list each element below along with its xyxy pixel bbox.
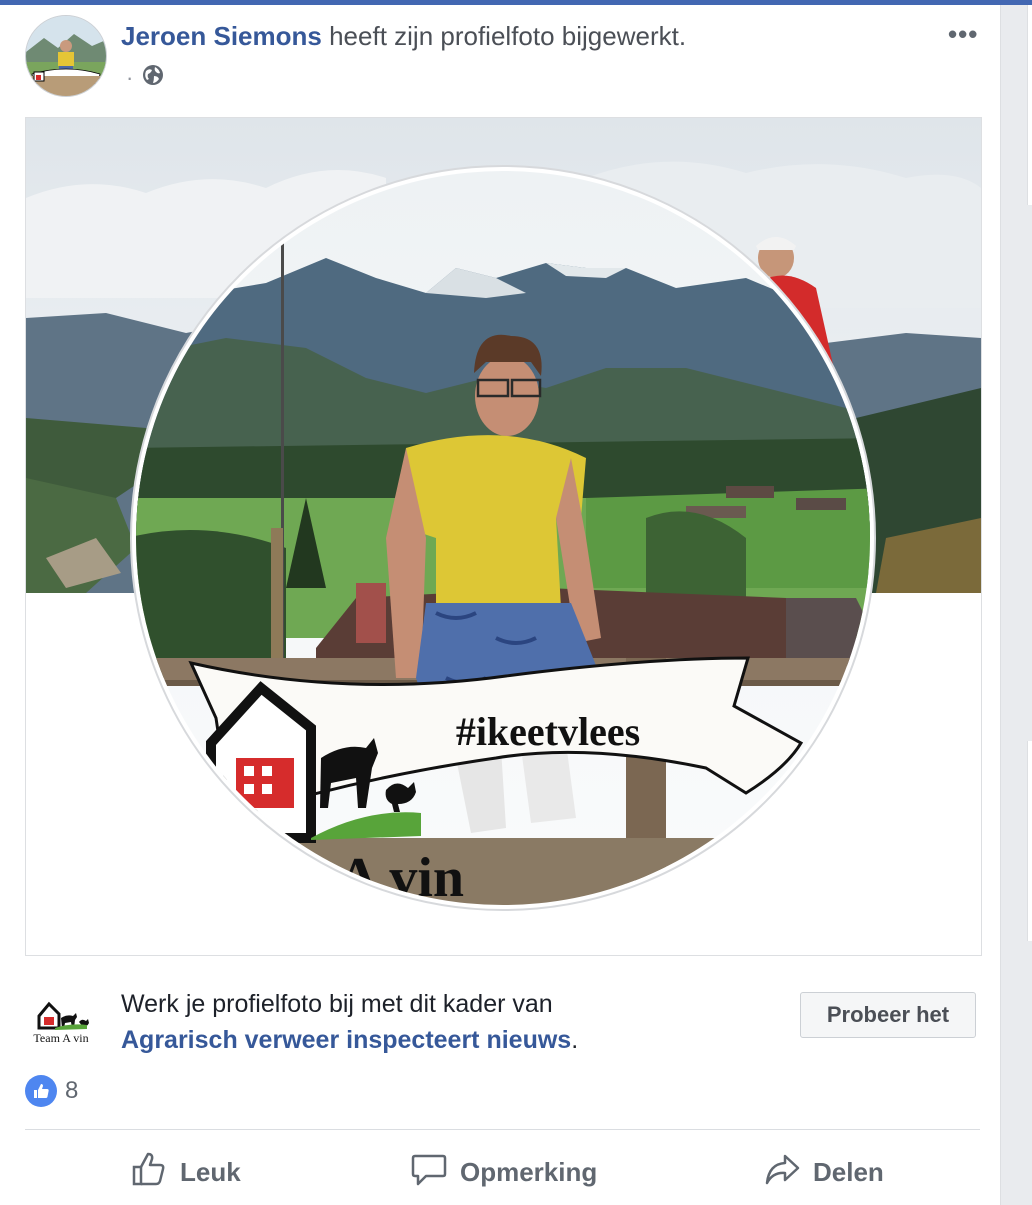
frame-page-link[interactable]: Agrarisch verweer inspecteert nieuws: [121, 1026, 571, 1054]
right-column-edge: [1001, 5, 1032, 1194]
comment-icon: [410, 1150, 448, 1195]
post-options-button[interactable]: •••: [948, 19, 978, 50]
frame-period: .: [571, 1026, 579, 1054]
post-header: Jeroen Siemons heeft zijn profielfoto bi…: [121, 21, 686, 52]
team-a-vin-logo[interactable]: Team A vin: [25, 992, 97, 1046]
feed-post: #ikeetvlees Jeroen Siemons heeft zijn pr…: [0, 5, 1001, 1205]
frame-promo-text: Werk je profielfoto bij met dit kader va…: [121, 986, 578, 1058]
globe-icon[interactable]: [141, 63, 165, 93]
profile-photo[interactable]: #ikeetvlees A vin: [25, 117, 982, 956]
frame-banner-text: #ikeetvlees: [456, 709, 640, 754]
try-frame-button[interactable]: Probeer het: [800, 992, 976, 1038]
like-icon: [25, 1075, 57, 1107]
author-name-link[interactable]: Jeroen Siemons: [121, 21, 322, 51]
share-label: Delen: [813, 1156, 884, 1187]
post-action-text: heeft zijn profielfoto bijgewerkt.: [329, 21, 687, 51]
frame-promo: Team A vin Werk je profielfoto bij met d…: [25, 980, 980, 1060]
meta-separator: ·: [126, 65, 134, 90]
share-icon: [763, 1150, 801, 1195]
share-button[interactable]: Delen: [763, 1145, 884, 1199]
post-actions: Leuk Opmerking Delen: [25, 1145, 980, 1199]
like-button[interactable]: Leuk: [130, 1145, 241, 1199]
comment-button[interactable]: Opmerking: [410, 1145, 597, 1199]
like-label: Leuk: [180, 1156, 241, 1187]
reaction-count: 8: [65, 1077, 79, 1104]
reaction-summary[interactable]: 8: [25, 1075, 78, 1107]
author-avatar[interactable]: #ikeetvlees: [25, 15, 107, 97]
post-meta: ·: [126, 63, 165, 93]
thumbs-up-icon: [130, 1150, 168, 1195]
frame-promo-line: Werk je profielfoto bij met dit kader va…: [121, 990, 553, 1018]
comment-label: Opmerking: [460, 1156, 598, 1187]
team-logo-text: Team A vin: [33, 1031, 88, 1045]
actions-divider: [25, 1129, 980, 1130]
